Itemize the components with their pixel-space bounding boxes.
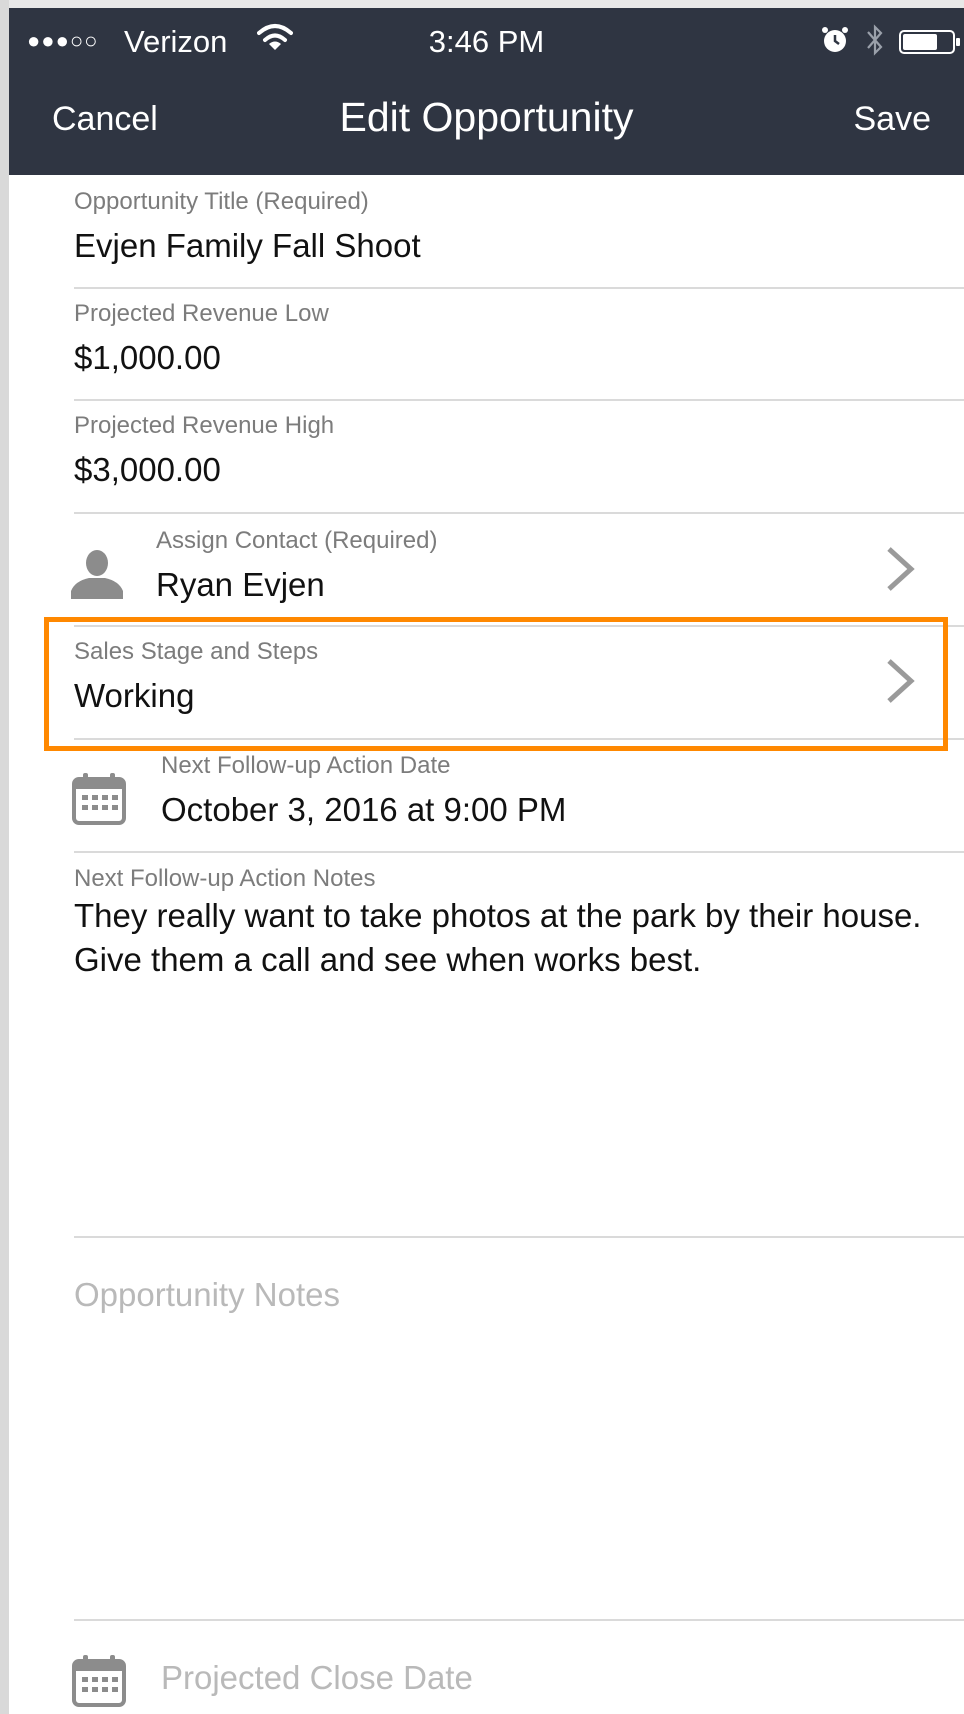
save-button[interactable]: Save (854, 100, 932, 139)
battery-icon (899, 30, 960, 54)
revenue-high-label: Projected Revenue High (74, 412, 335, 439)
follow-up-date-value: October 3, 2016 at 9:00 PM (161, 791, 567, 828)
page-title: Edit Opportunity (339, 94, 634, 140)
chevron-right-icon (887, 547, 915, 591)
follow-up-date-row[interactable]: Next Follow-up Action Date October 3, 20… (9, 739, 964, 852)
opportunity-title-label: Opportunity Title (Required) (74, 188, 369, 215)
alarm-clock-icon (822, 27, 848, 52)
screenshot-frame-left (0, 0, 9, 1714)
screenshot-frame-top (0, 0, 964, 8)
assign-contact-label: Assign Contact (Required) (156, 527, 438, 554)
calendar-icon (72, 1655, 126, 1707)
calendar-icon (72, 773, 126, 825)
opportunity-title-field[interactable]: Opportunity Title (Required) Evjen Famil… (9, 175, 964, 288)
projected-close-date-row[interactable]: Projected Close Date (9, 1621, 964, 1714)
app-header: ●●●○○ Verizon 3:46 PM Cancel Edit Opport… (9, 8, 964, 175)
highlight-box (44, 617, 948, 751)
opportunity-notes-placeholder[interactable]: Opportunity Notes (74, 1276, 340, 1314)
follow-up-notes-label: Next Follow-up Action Notes (74, 865, 376, 892)
navigation-bar: Cancel Edit Opportunity Save (9, 68, 964, 175)
follow-up-date-label: Next Follow-up Action Date (161, 752, 451, 779)
projected-close-date-placeholder: Projected Close Date (161, 1659, 473, 1696)
revenue-high-field[interactable]: Projected Revenue High $3,000.00 (9, 400, 964, 513)
revenue-high-value[interactable]: $3,000.00 (74, 451, 221, 489)
person-icon (71, 550, 123, 599)
follow-up-notes-field[interactable]: Next Follow-up Action Notes They really … (9, 852, 964, 1238)
opportunity-title-value[interactable]: Evjen Family Fall Shoot (74, 227, 421, 265)
revenue-low-value[interactable]: $1,000.00 (74, 339, 221, 377)
assign-contact-row[interactable]: Assign Contact (Required) Ryan Evjen (9, 513, 964, 626)
opportunity-notes-field[interactable]: Opportunity Notes (9, 1238, 964, 1620)
revenue-low-label: Projected Revenue Low (74, 300, 329, 327)
revenue-low-field[interactable]: Projected Revenue Low $1,000.00 (9, 288, 964, 400)
follow-up-notes-value[interactable]: They really want to take photos at the p… (74, 894, 934, 982)
status-bar: ●●●○○ Verizon 3:46 PM (9, 8, 964, 68)
bluetooth-icon (867, 24, 883, 56)
assign-contact-value: Ryan Evjen (156, 566, 325, 603)
